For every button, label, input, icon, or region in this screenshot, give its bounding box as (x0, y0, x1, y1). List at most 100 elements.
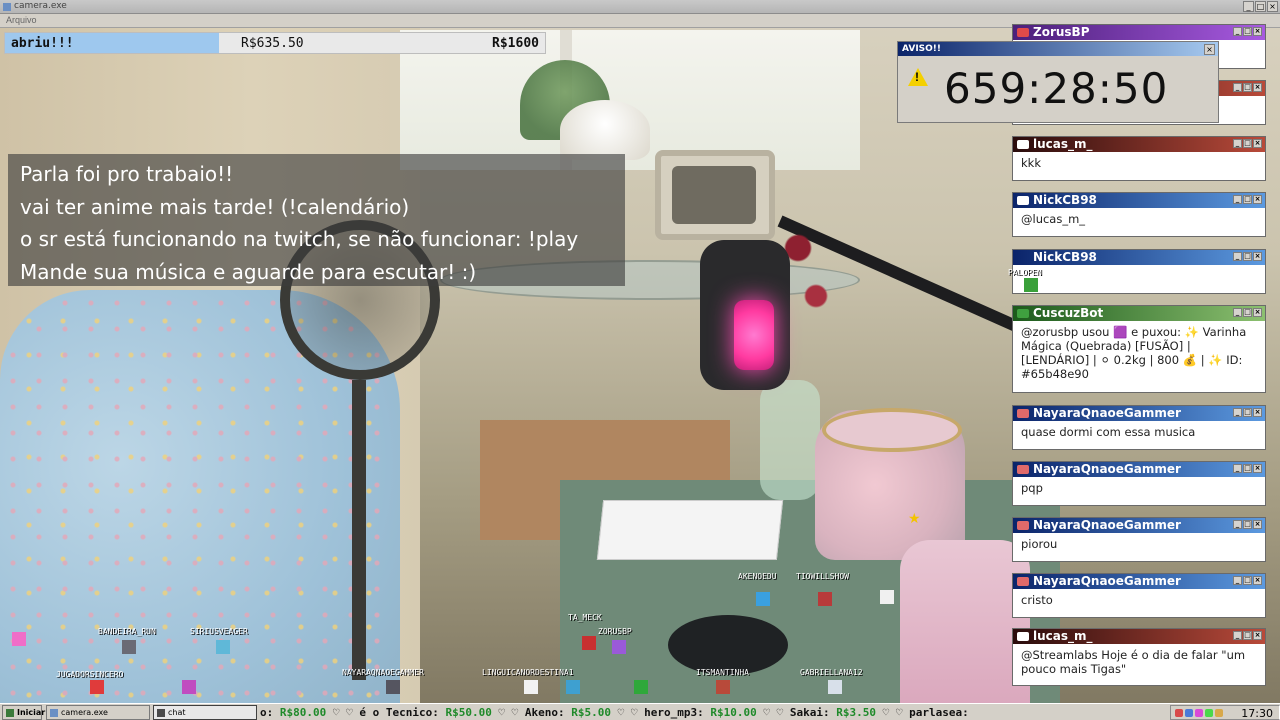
minimize-button[interactable]: _ (1243, 1, 1254, 12)
minimize-button[interactable]: _ (1233, 576, 1242, 585)
ticker-amount: R$10.00 (710, 706, 757, 719)
chat-message: NickCB98 _ □ × (1012, 249, 1266, 294)
chat-header[interactable]: lucas_m_ _ □ × (1013, 629, 1265, 644)
chat-header[interactable]: CuscuzBot _ □ × (1013, 306, 1265, 321)
taskbar-button-camera[interactable]: camera.exe (46, 705, 150, 720)
viewer-sprite[interactable] (182, 680, 196, 694)
badge-icon (1017, 140, 1029, 149)
viewer-sprite[interactable] (582, 636, 596, 650)
viewer-sprite[interactable] (122, 640, 136, 654)
chat-header[interactable]: NayaraQnaoeGammer _ □ × (1013, 462, 1265, 477)
minimize-button[interactable]: _ (1233, 308, 1242, 317)
clock[interactable]: 17:30 (1241, 707, 1273, 720)
minimize-button[interactable]: _ (1233, 631, 1242, 640)
tray-icon[interactable] (1185, 709, 1193, 717)
viewer-name: NAYARAQNAOEGAMMER (342, 668, 424, 677)
close-button[interactable]: × (1253, 27, 1262, 36)
camera-icon (50, 709, 58, 717)
goal-label: abriu!!! (11, 36, 74, 51)
viewer-name: ITSMANTINHA (696, 668, 749, 677)
chat-header[interactable]: NayaraQnaoeGammer _ □ × (1013, 406, 1265, 421)
chat-message: NayaraQnaoeGammer _ □ × pqp (1012, 461, 1266, 506)
viewer-sprite[interactable] (216, 640, 230, 654)
taskbar-button-chat[interactable]: chat (153, 705, 257, 720)
close-button[interactable]: × (1253, 408, 1262, 417)
maximize-button[interactable]: □ (1243, 195, 1252, 204)
app-icon (3, 3, 11, 11)
viewer-sprite[interactable] (634, 680, 648, 694)
viewer-sprite[interactable] (756, 592, 770, 606)
badge-icon (1017, 28, 1029, 37)
minimize-button[interactable]: _ (1233, 27, 1242, 36)
warning-timer-window[interactable]: AVISO!! × ! 659:28:50 (897, 41, 1219, 123)
viewer-sprite[interactable] (386, 680, 400, 694)
chat-header[interactable]: NayaraQnaoeGammer _ □ × (1013, 574, 1265, 589)
chat-username: NayaraQnaoeGammer (1033, 406, 1181, 420)
chat-message: NickCB98 _ □ × @lucas_m_ (1012, 192, 1266, 237)
close-button[interactable]: × (1267, 1, 1278, 12)
maximize-button[interactable]: □ (1243, 631, 1252, 640)
maximize-button[interactable]: □ (1255, 1, 1266, 12)
chat-header[interactable]: ZorusBP _ □ × (1013, 25, 1265, 40)
close-button[interactable]: × (1253, 576, 1262, 585)
chat-header[interactable]: NickCB98 _ □ × (1013, 193, 1265, 208)
close-button[interactable]: × (1253, 520, 1262, 529)
minimize-button[interactable]: _ (1233, 408, 1242, 417)
minimize-button[interactable]: _ (1233, 464, 1242, 473)
minimize-button[interactable]: _ (1233, 83, 1242, 92)
maximize-button[interactable]: □ (1243, 464, 1252, 473)
water-bottle (900, 540, 1030, 720)
viewer-sprite[interactable] (90, 680, 104, 694)
badge-icon (1017, 196, 1029, 205)
start-label: Iniciar (17, 708, 46, 717)
tray-icon[interactable] (1205, 709, 1213, 717)
maximize-button[interactable]: □ (1243, 252, 1252, 261)
viewer-sprite[interactable] (1024, 278, 1038, 292)
close-button[interactable]: × (1204, 44, 1215, 55)
viewer-sprite[interactable] (566, 680, 580, 694)
maximize-button[interactable]: □ (1243, 576, 1252, 585)
minimize-button[interactable]: _ (1233, 195, 1242, 204)
tray-icon[interactable] (1195, 709, 1203, 717)
viewer-sprite[interactable] (828, 680, 842, 694)
minimize-button[interactable]: _ (1233, 252, 1242, 261)
chat-header[interactable]: NayaraQnaoeGammer _ □ × (1013, 518, 1265, 533)
chat-window-controls: _ □ × (1233, 83, 1262, 92)
viewer-sprite[interactable] (818, 592, 832, 606)
viewer-sprite[interactable] (716, 680, 730, 694)
viewer-sprite[interactable] (612, 640, 626, 654)
chat-header[interactable]: NickCB98 _ □ × (1013, 250, 1265, 265)
minimize-button[interactable]: _ (1233, 139, 1242, 148)
close-button[interactable]: × (1253, 308, 1262, 317)
maximize-button[interactable]: □ (1243, 308, 1252, 317)
viewer-name: SIRIUSVEAGER (190, 627, 248, 636)
viewer-sprite[interactable] (524, 680, 538, 694)
maximize-button[interactable]: □ (1243, 27, 1252, 36)
maximize-button[interactable]: □ (1243, 83, 1252, 92)
goal-current: R$635.50 (241, 36, 304, 51)
chat-window-controls: _ □ × (1233, 464, 1262, 473)
close-button[interactable]: × (1253, 631, 1262, 640)
maximize-button[interactable]: □ (1243, 139, 1252, 148)
close-button[interactable]: × (1253, 195, 1262, 204)
chat-text: @Streamlabs Hoje é o dia de falar "um po… (1021, 648, 1246, 676)
minimize-button[interactable]: _ (1233, 520, 1242, 529)
badge-icon (1017, 465, 1029, 474)
viewer-sprite[interactable] (12, 632, 26, 646)
close-button[interactable]: × (1253, 139, 1262, 148)
maximize-button[interactable]: □ (1243, 408, 1252, 417)
menu-file[interactable]: Arquivo (6, 15, 37, 25)
chat-window-controls: _ □ × (1233, 308, 1262, 317)
close-button[interactable]: × (1253, 464, 1262, 473)
tray-icon[interactable] (1215, 709, 1223, 717)
start-button[interactable]: Iniciar (2, 705, 46, 720)
tray-icon[interactable] (1175, 709, 1183, 717)
warning-title: AVISO!! (898, 42, 1218, 56)
chat-header[interactable]: lucas_m_ _ □ × (1013, 137, 1265, 152)
maximize-button[interactable]: □ (1243, 520, 1252, 529)
close-button[interactable]: × (1253, 252, 1262, 261)
close-button[interactable]: × (1253, 83, 1262, 92)
window-titlebar[interactable]: camera.exe _ □ × (0, 0, 1280, 14)
viewer-sprite[interactable] (880, 590, 894, 604)
ticker-text: ♡ ♡ é o Tecnico: (326, 706, 446, 719)
